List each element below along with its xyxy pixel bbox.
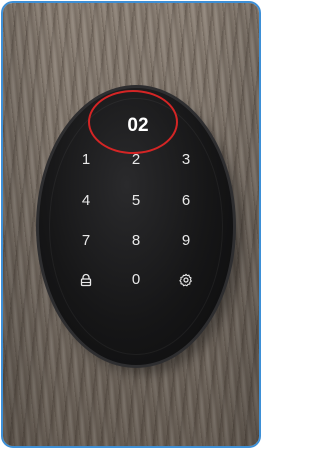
key-7[interactable]: 7 [71, 229, 101, 253]
key-3[interactable]: 3 [171, 148, 201, 172]
key-4[interactable]: 4 [71, 189, 101, 213]
key-1[interactable]: 1 [71, 148, 101, 172]
gear-icon [179, 273, 192, 287]
key-5[interactable]: 5 [121, 189, 151, 213]
key-8[interactable]: 8 [121, 229, 151, 253]
padlock-icon [80, 273, 92, 287]
settings-key[interactable] [171, 268, 201, 292]
key-2[interactable]: 2 [121, 148, 151, 172]
key-6[interactable]: 6 [171, 189, 201, 213]
highlight-ring [88, 90, 178, 154]
key-9[interactable]: 9 [171, 229, 201, 253]
lock-key[interactable] [71, 268, 101, 292]
key-0[interactable]: 0 [121, 268, 151, 292]
